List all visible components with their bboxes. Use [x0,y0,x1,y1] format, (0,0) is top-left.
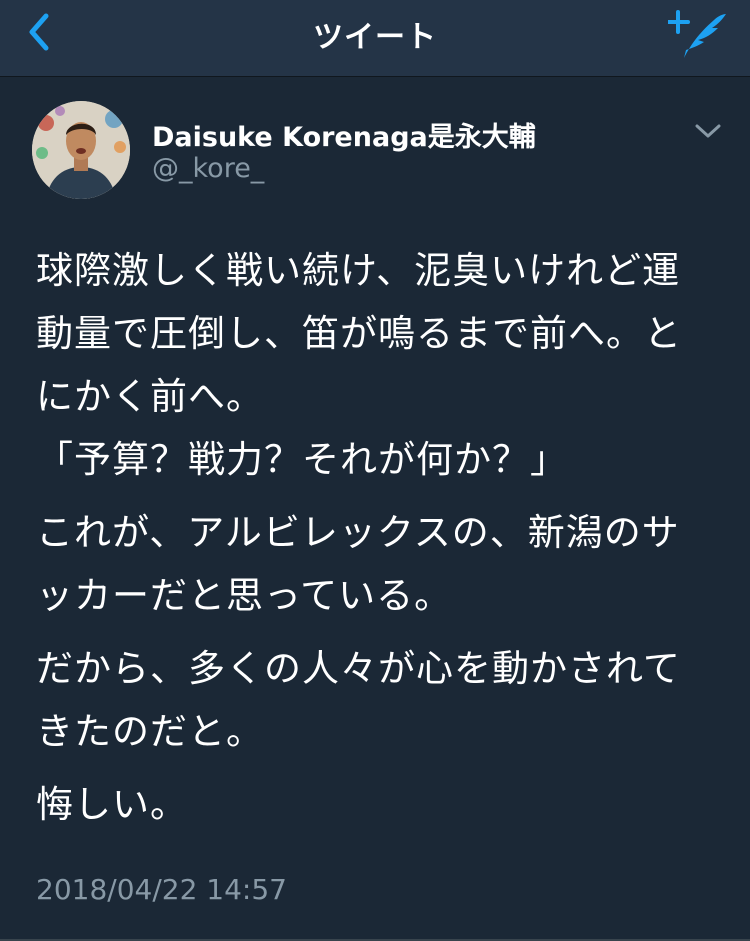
user-handle[interactable]: @_kore_ [152,153,264,184]
tweet-text: 球際激しく戦い続け、泥臭いけれど運動量で圧倒し、笛が鳴るまで前へ。とにかく前へ。… [36,239,716,846]
display-name[interactable]: Daisuke Korenaga是永大輔 [152,115,536,154]
tweet-paragraph: これが、アルビレックスの、新潟のサッカーだと思っている。 [36,511,680,617]
page-title: ツイート [313,20,437,55]
tweet-options-button[interactable] [694,119,722,143]
compose-tweet-button[interactable] [666,6,728,62]
chevron-down-icon [695,124,721,138]
navigation-bar: ツイート [0,0,750,77]
tweet-paragraph: だから、多くの人々が心を動かされてきたのだと。 [36,647,681,753]
tweet-paragraph: 悔しい。 [36,783,188,826]
tweet-detail: Daisuke Korenaga是永大輔 @_kore_ 球際激しく戦い続け、泥… [0,77,750,941]
tweet-paragraph: 球際激しく戦い続け、泥臭いけれど運動量で圧倒し、笛が鳴るまで前へ。とにかく前へ。… [36,249,682,481]
avatar[interactable] [32,101,130,199]
tweet-timestamp[interactable]: 2018/04/22 14:57 [36,873,287,906]
profile-photo-icon [32,101,130,199]
compose-tweet-icon [666,10,726,58]
